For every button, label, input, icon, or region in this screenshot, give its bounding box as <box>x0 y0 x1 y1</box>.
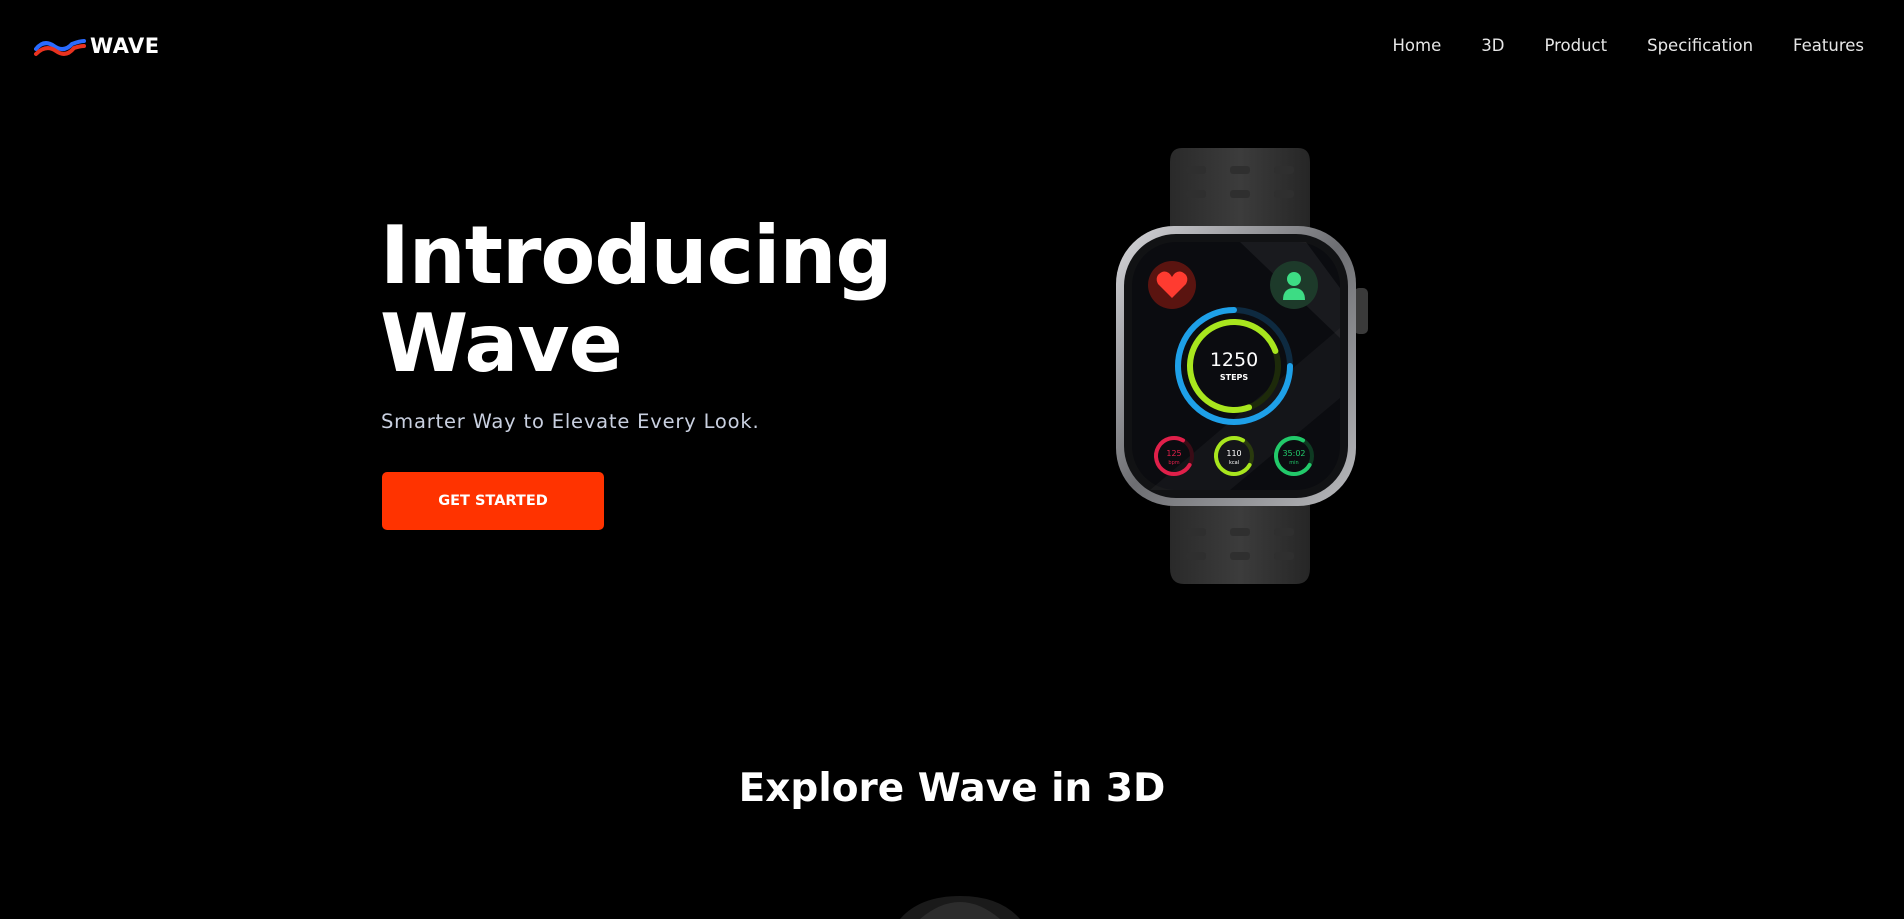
person-icon <box>1287 272 1301 286</box>
mini-ring-calories-value: 110 <box>1226 449 1241 458</box>
hero-subtitle: Smarter Way to Elevate Every Look. <box>381 410 760 433</box>
steps-label: STEPS <box>1220 373 1249 382</box>
wave-logo-icon <box>34 39 86 56</box>
hero-title-line2: Wave <box>380 297 623 390</box>
mini-ring-heart-value: 125 <box>1166 449 1181 458</box>
mini-ring-activity-unit: min <box>1289 460 1298 466</box>
watch-3d-preview[interactable] <box>880 892 1040 919</box>
watch-crown <box>1354 288 1368 334</box>
nav-home[interactable]: Home <box>1393 36 1442 55</box>
brand-name: WAVE <box>90 34 160 58</box>
mini-ring-heart-unit: bpm <box>1168 460 1179 466</box>
get-started-button[interactable]: GET STARTED <box>382 472 604 530</box>
smartwatch-image: 1250 STEPS 125 bpm 110 kcal 35:02 min <box>1116 148 1368 584</box>
nav-features[interactable]: Features <box>1793 36 1864 55</box>
mini-ring-activity-value: 35:02 <box>1282 449 1305 458</box>
main-nav: Home 3D Product Specification Features <box>1393 36 1864 55</box>
steps-value: 1250 <box>1210 349 1258 371</box>
nav-3d[interactable]: 3D <box>1481 36 1504 55</box>
hero-title-line1: Introducing <box>380 209 893 302</box>
explore-3d-title: Explore Wave in 3D <box>738 766 1166 811</box>
brand-logo[interactable]: WAVE <box>34 34 160 58</box>
hero-title: Introducing Wave <box>380 209 893 390</box>
mini-ring-calories-unit: kcal <box>1229 460 1239 466</box>
nav-specification[interactable]: Specification <box>1647 36 1753 55</box>
navbar: WAVE Home 3D Product Specification Featu… <box>0 0 1904 96</box>
nav-product[interactable]: Product <box>1544 36 1607 55</box>
